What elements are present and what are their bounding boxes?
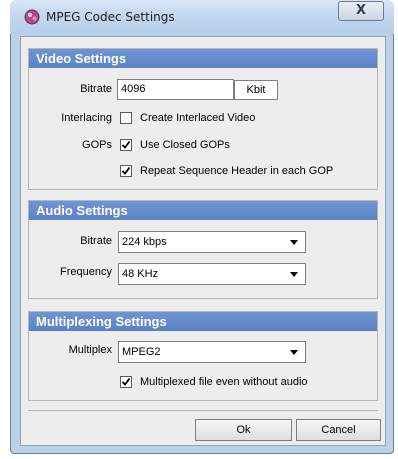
chevron-down-icon [290, 350, 298, 355]
app-codec-icon [24, 9, 40, 25]
audio-bitrate-value: 224 kbps [122, 236, 167, 248]
frequency-select[interactable]: 48 KHz [118, 263, 306, 285]
without-audio-text: Multiplexed file even without audio [140, 376, 308, 388]
bitrate-unit-label: Kbit [246, 84, 266, 96]
interlaced-checkbox[interactable] [120, 112, 132, 124]
divider [28, 410, 378, 411]
closed-gops-text: Use Closed GOPs [140, 139, 230, 151]
chevron-down-icon [290, 272, 298, 277]
multiplex-label: Multiplex [68, 344, 112, 356]
frequency-label: Frequency [60, 266, 112, 278]
repeat-header-checkbox[interactable] [120, 165, 132, 177]
multiplexing-settings-title: Multiplexing Settings [36, 314, 167, 329]
close-button[interactable]: X [338, 1, 384, 21]
multiplexing-settings-header: Multiplexing Settings [29, 312, 377, 331]
video-bitrate-input[interactable]: 4096 [117, 79, 234, 100]
cancel-button[interactable]: Cancel [296, 419, 381, 441]
video-settings-header: Video Settings [29, 49, 377, 68]
close-icon: X [355, 3, 367, 18]
audio-settings-title: Audio Settings [36, 203, 128, 218]
audio-bitrate-select[interactable]: 224 kbps [118, 231, 306, 253]
closed-gops-checkbox[interactable] [120, 139, 132, 151]
multiplex-select[interactable]: MPEG2 [118, 341, 306, 363]
bitrate-unit-box: Kbit [234, 80, 278, 100]
audio-bitrate-label: Bitrate [80, 235, 112, 247]
without-audio-checkbox[interactable] [120, 376, 132, 388]
video-settings-title: Video Settings [36, 51, 127, 66]
multiplex-value: MPEG2 [122, 346, 161, 358]
video-bitrate-label: Bitrate [80, 83, 112, 95]
repeat-header-text: Repeat Sequence Header in each GOP [140, 165, 334, 177]
chevron-down-icon [290, 240, 298, 245]
interlaced-text: Create Interlaced Video [140, 112, 256, 124]
window-title: MPEG Codec Settings [46, 10, 175, 24]
frequency-value: 48 KHz [122, 268, 159, 280]
gops-label: GOPs [82, 139, 112, 151]
video-bitrate-value: 4096 [121, 83, 146, 95]
interlacing-label: Interlacing [61, 112, 112, 124]
audio-settings-header: Audio Settings [29, 201, 377, 220]
ok-button[interactable]: Ok [195, 419, 292, 441]
